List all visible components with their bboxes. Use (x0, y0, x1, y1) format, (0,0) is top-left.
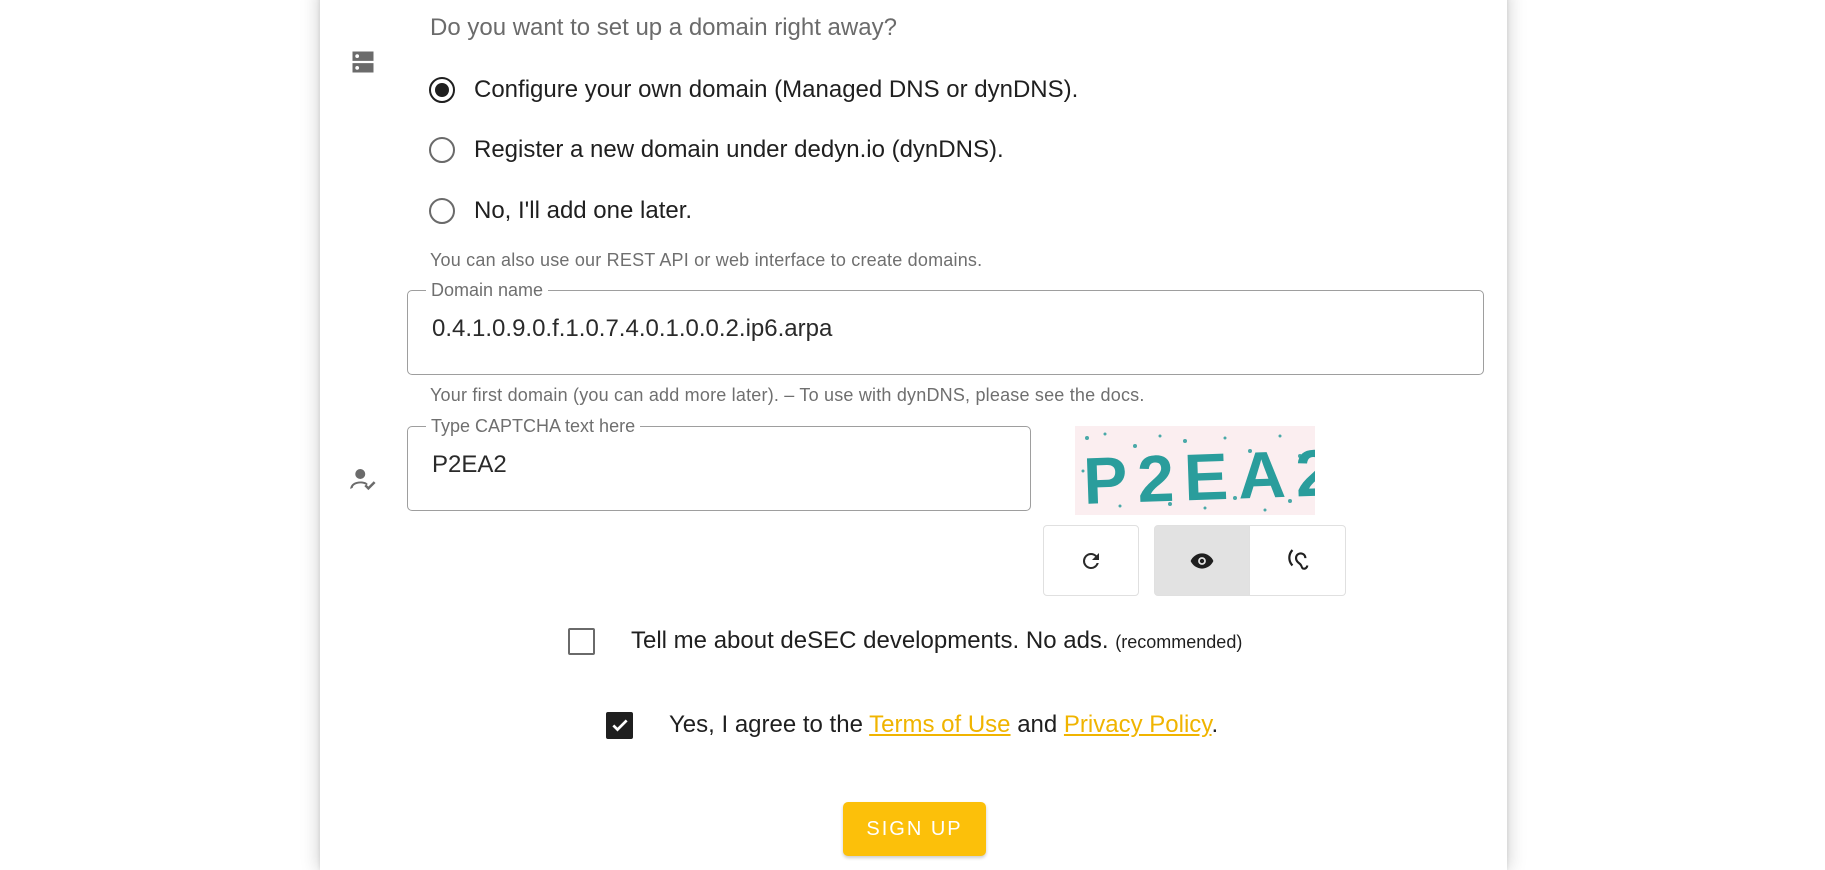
radio-button[interactable] (429, 77, 455, 103)
refresh-icon (1083, 552, 1099, 569)
check-icon (611, 719, 628, 732)
domain-name-input[interactable] (432, 315, 1346, 343)
newsletter-text: Tell me about deSEC developments. No ads… (631, 627, 1109, 654)
radio-own-domain[interactable]: Configure your own domain (Managed DNS o… (429, 76, 1078, 104)
captcha-image: P2EA2 (1075, 426, 1315, 515)
terms-label: Yes, I agree to the Terms of Use and Pri… (669, 711, 1218, 739)
captcha-button-row (1043, 525, 1346, 596)
eye-icon (1190, 552, 1214, 569)
domain-question: Do you want to set up a domain right awa… (430, 14, 897, 41)
radio-label: Register a new domain under dedyn.io (dy… (474, 136, 1004, 163)
domain-name-field[interactable]: Domain name (407, 280, 1484, 375)
radio-label: No, I'll add one later. (474, 197, 693, 224)
newsletter-row[interactable]: Tell me about deSEC developments. No ads… (568, 627, 1242, 655)
terms-prefix: Yes, I agree to the (669, 711, 863, 738)
privacy-policy-link[interactable]: Privacy Policy (1064, 711, 1212, 738)
radio-add-later[interactable]: No, I'll add one later. (429, 197, 692, 225)
newsletter-suffix: (recommended) (1115, 632, 1243, 652)
captcha-field[interactable]: Type CAPTCHA text here (407, 416, 1031, 511)
radio-button[interactable] (429, 137, 455, 163)
radio-dedyn-domain[interactable]: Register a new domain under dedyn.io (dy… (429, 136, 1004, 164)
radio-button[interactable] (429, 198, 455, 224)
newsletter-checkbox[interactable] (568, 627, 595, 655)
radio-label: Configure your own domain (Managed DNS o… (474, 76, 1079, 103)
user-check-icon (350, 469, 376, 491)
captcha-audio-button[interactable] (1250, 525, 1346, 596)
captcha-image-text: P2EA2 (1082, 435, 1315, 515)
captcha-label: Type CAPTCHA text here (426, 416, 641, 437)
dns-server-icon (352, 51, 374, 73)
captcha-refresh-button[interactable] (1043, 525, 1139, 596)
sign-up-button[interactable]: SIGN UP (843, 802, 986, 856)
domain-options-hint: You can also use our REST API or web int… (430, 250, 983, 270)
hearing-icon (1287, 548, 1308, 570)
domain-name-hint: Your first domain (you can add more late… (430, 385, 1145, 405)
terms-of-use-link[interactable]: Terms of Use (869, 711, 1010, 738)
captcha-input[interactable] (432, 451, 961, 479)
terms-middle: and (1017, 711, 1058, 738)
terms-end: . (1211, 711, 1219, 738)
domain-name-label: Domain name (426, 280, 549, 301)
newsletter-label: Tell me about deSEC developments. No ads… (631, 627, 1242, 655)
terms-row[interactable]: Yes, I agree to the Terms of Use and Pri… (606, 711, 1218, 739)
captcha-visual-button[interactable] (1154, 525, 1250, 596)
terms-checkbox[interactable] (606, 711, 633, 739)
